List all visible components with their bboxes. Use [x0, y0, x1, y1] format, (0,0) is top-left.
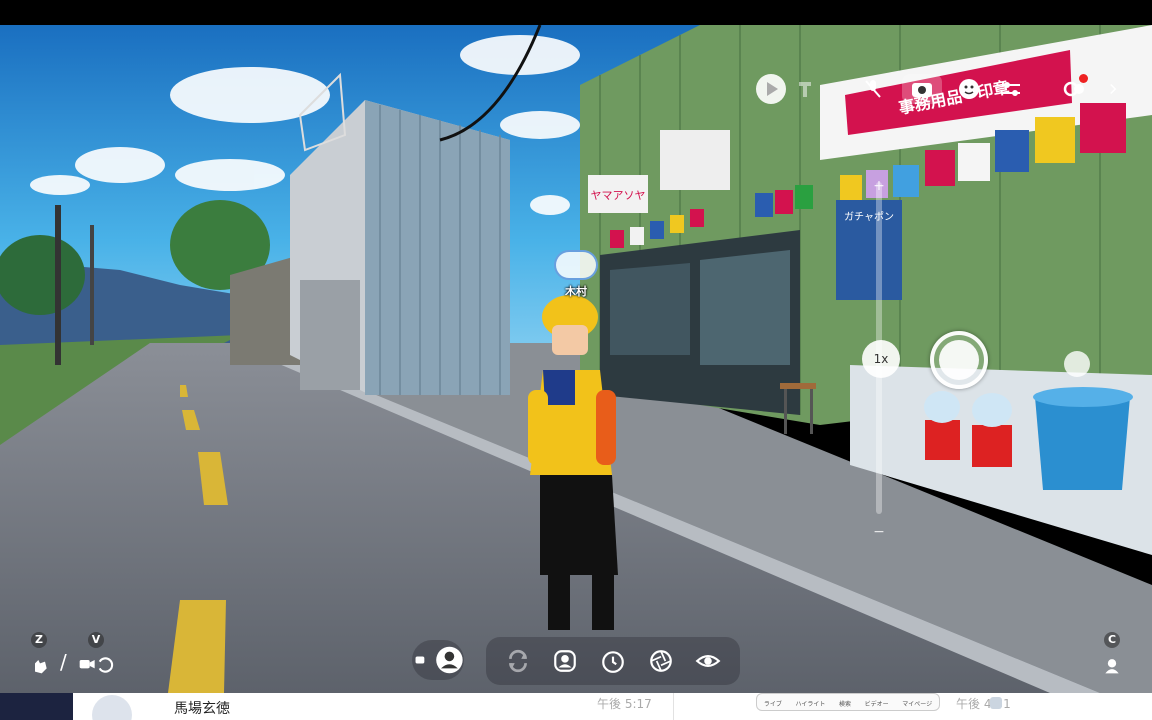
hud-right-group — [858, 71, 1122, 107]
mini-tab-mypage[interactable]: マイページ — [902, 699, 932, 708]
face-icon[interactable] — [954, 74, 984, 104]
chat-strip: 馬場玄徳 午後 5:17 ライブ ハイライト 検索 ビデオー マイページ 午後 … — [0, 693, 1152, 720]
player-name: 木村 — [565, 285, 587, 298]
chat-timestamp: 午後 5:17 — [597, 697, 652, 711]
timer-icon[interactable] — [597, 645, 629, 677]
player-status-bubble — [554, 250, 598, 280]
hand-wave-icon[interactable] — [30, 655, 50, 679]
key-hint-v: V — [88, 632, 104, 648]
chat-timestamp-2: 午後 4:51 — [956, 697, 1011, 711]
poster-text: ガチャポン — [844, 211, 894, 223]
camera-small-icon — [415, 656, 425, 664]
aperture-icon[interactable] — [645, 645, 677, 677]
chevron-right-icon[interactable] — [1104, 74, 1122, 104]
mini-tab-highlight[interactable]: ハイライト — [795, 699, 825, 708]
person-icon — [436, 646, 463, 674]
mini-tab-video[interactable]: ビデオー — [865, 699, 889, 708]
key-hint-c: C — [1104, 632, 1120, 648]
mini-tab-bar: ライブ ハイライト 検索 ビデオー マイページ — [756, 693, 940, 711]
emote-icon[interactable] — [1102, 655, 1122, 679]
mini-tab-search[interactable]: 検索 — [839, 699, 851, 708]
hud-left-group — [756, 71, 820, 107]
camera-switch-icon[interactable] — [78, 655, 118, 679]
chat-username: 馬場玄徳 — [174, 701, 230, 717]
top-black-bar — [0, 0, 1152, 25]
zoom-out-button[interactable]: − — [871, 524, 887, 540]
camera-icon[interactable] — [902, 74, 942, 104]
hammer-icon[interactable] — [790, 74, 820, 104]
avatar-mini-icon[interactable] — [1064, 351, 1090, 377]
eye-icon[interactable] — [692, 645, 724, 677]
mini-tab-live[interactable]: ライブ — [764, 699, 782, 708]
slash-divider: / — [60, 650, 67, 674]
key-hint-z: Z — [31, 632, 47, 648]
player-nametag: 木村 — [545, 250, 607, 299]
shutter-button[interactable] — [930, 331, 988, 389]
avatar — [92, 695, 132, 720]
notification-dot — [1079, 74, 1088, 83]
play-icon[interactable] — [756, 74, 786, 104]
zoom-level-indicator[interactable]: 1x — [862, 340, 900, 378]
mic-off-icon[interactable] — [858, 74, 888, 104]
rotate-icon[interactable] — [502, 645, 534, 677]
face-frame-icon[interactable] — [549, 645, 581, 677]
zoom-in-button[interactable]: + — [871, 178, 887, 194]
record-icon[interactable] — [1060, 74, 1090, 104]
small-sign: ヤマアソヤ — [591, 189, 646, 202]
chat-side-panel — [0, 693, 73, 720]
chat-badge-icon — [990, 697, 1002, 709]
view-mode-toggle[interactable] — [412, 640, 464, 680]
chat-divider — [673, 693, 674, 720]
sliders-icon[interactable] — [996, 74, 1026, 104]
camera-toolbar — [486, 637, 740, 685]
